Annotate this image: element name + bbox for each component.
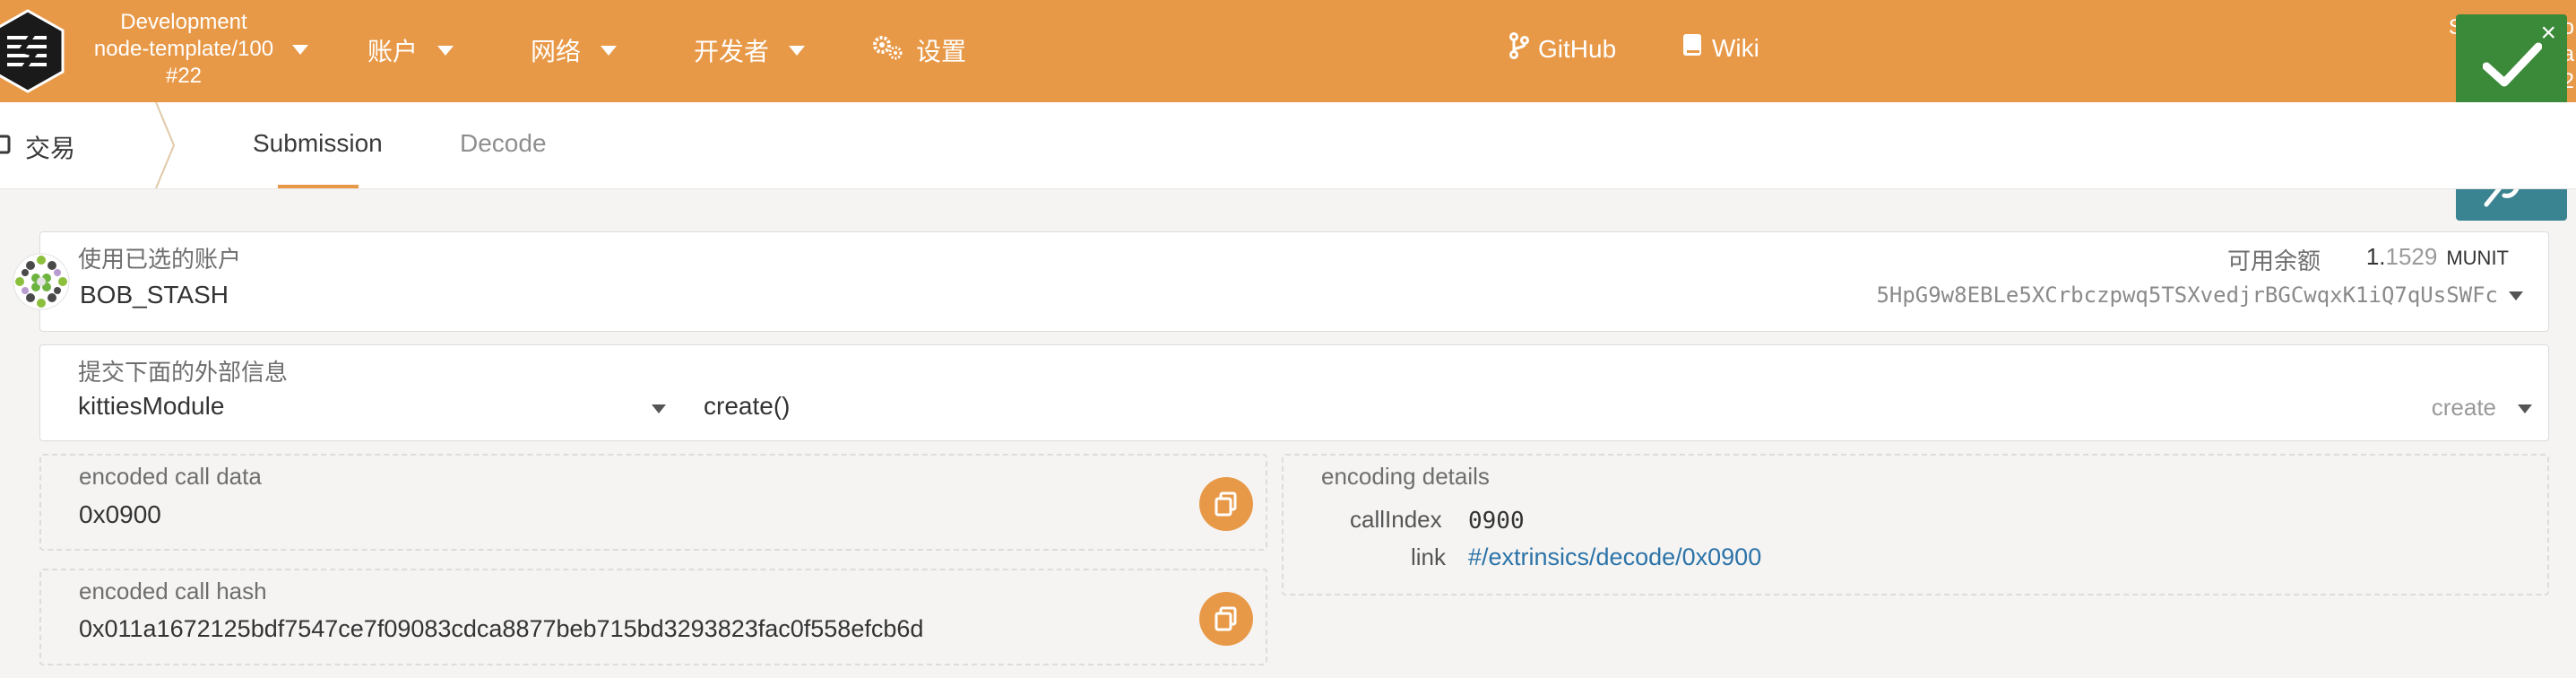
chevron-down-icon xyxy=(2509,291,2523,300)
copy-icon xyxy=(1215,606,1237,631)
call-select[interactable]: create() create xyxy=(704,385,2532,439)
breadcrumb-separator xyxy=(155,102,176,188)
call-select-value: create xyxy=(2431,394,2496,421)
chain-name: Development xyxy=(120,10,247,34)
chevron-down-icon xyxy=(789,45,806,56)
status-success-notification[interactable]: × xyxy=(2456,14,2567,115)
top-navbar: Development node-template/100 #22 账户 网络 … xyxy=(0,0,2576,102)
github-link[interactable]: GitHub xyxy=(1509,32,1616,65)
tabs-bar: 交易 Submission Decode xyxy=(0,102,2576,189)
menu-network-label: 网络 xyxy=(531,38,582,65)
encoding-details-label: encoding details xyxy=(1321,463,1490,490)
account-selector[interactable]: 使用已选的账户 BOB_STASH 可用余额 1.1529 MUNIT 5HpG9… xyxy=(39,231,2549,332)
block-number: #22 xyxy=(165,64,203,88)
module-value: kittiesModule xyxy=(78,392,225,420)
encoded-call-hash: encoded call hash 0x011a1672125bdf7547ce… xyxy=(39,569,1267,665)
menu-settings-label: 设置 xyxy=(916,38,967,65)
section-title-label: 交易 xyxy=(25,135,76,162)
balance-value: 1.1529 MUNIT xyxy=(2366,243,2509,271)
chevron-down-icon xyxy=(292,45,308,55)
transfer-icon xyxy=(0,133,13,162)
polkadot-logo-icon[interactable] xyxy=(0,9,65,93)
tab-submission[interactable]: Submission xyxy=(253,129,383,158)
encoded-call-data-label: encoded call data xyxy=(79,463,262,490)
code-branch-icon xyxy=(1509,32,1529,65)
menu-settings[interactable]: 设置 xyxy=(871,32,966,68)
extrinsic-label: 提交下面的外部信息 xyxy=(78,359,289,386)
menu-developer[interactable]: 开发者 xyxy=(694,32,806,68)
encoded-call-data: encoded call data 0x0900 xyxy=(39,454,1267,551)
chevron-down-icon xyxy=(2518,404,2532,413)
account-name: BOB_STASH xyxy=(80,281,229,309)
node-version: node-template/100 xyxy=(93,37,274,61)
call-value: create() xyxy=(704,392,791,420)
book-icon xyxy=(1681,32,1703,64)
menu-developer-label: 开发者 xyxy=(694,38,770,65)
menu-accounts-label: 账户 xyxy=(367,38,419,65)
chevron-down-icon xyxy=(601,45,618,56)
section-title: 交易 xyxy=(0,129,75,165)
encoded-call-hash-value: 0x011a1672125bdf7547ce7f09083cdca8877beb… xyxy=(79,615,924,642)
balance-label: 可用余额 xyxy=(2226,248,2321,274)
chevron-down-icon xyxy=(652,404,666,413)
wiki-link[interactable]: Wiki xyxy=(1681,32,1759,64)
chevron-down-icon xyxy=(437,45,454,56)
extrinsic-selector: 提交下面的外部信息 kittiesModule create() create xyxy=(39,344,2549,441)
copy-button[interactable] xyxy=(1199,477,1253,531)
checkmark-icon xyxy=(2482,41,2543,92)
tab-decode[interactable]: Decode xyxy=(460,129,547,158)
menu-accounts[interactable]: 账户 xyxy=(367,32,454,68)
call-index-label: callIndex xyxy=(1350,506,1442,533)
balance-frac: 1529 xyxy=(2385,243,2438,270)
encoding-details: encoding details callIndex 0900 link #/e… xyxy=(1282,454,2549,595)
call-index-value: 0900 xyxy=(1468,508,1525,535)
balance-unit: MUNIT xyxy=(2446,247,2509,269)
account-address: 5HpG9w8EBLe5XCrbczpwq5TSXvedjrBGCwqxK1iQ… xyxy=(1876,282,2498,308)
encoded-call-data-value: 0x0900 xyxy=(79,500,161,528)
encoded-call-hash-label: encoded call hash xyxy=(79,578,267,604)
decode-link[interactable]: #/extrinsics/decode/0x0900 xyxy=(1468,543,1761,571)
copy-icon xyxy=(1215,491,1237,517)
close-icon[interactable]: × xyxy=(2540,20,2556,47)
wiki-label: Wiki xyxy=(1712,33,1759,62)
chain-selector[interactable]: Development node-template/100 #22 xyxy=(82,9,285,90)
menu-network[interactable]: 网络 xyxy=(531,32,618,68)
balance-int: 1. xyxy=(2365,243,2386,270)
copy-button[interactable] xyxy=(1199,592,1253,646)
avatar xyxy=(13,253,70,315)
account-label: 使用已选的账户 xyxy=(78,246,242,273)
active-tab-indicator xyxy=(278,185,359,188)
module-select[interactable]: kittiesModule xyxy=(40,385,666,439)
gears-icon xyxy=(871,34,903,67)
github-label: GitHub xyxy=(1538,34,1617,63)
link-label: link xyxy=(1411,543,1447,570)
